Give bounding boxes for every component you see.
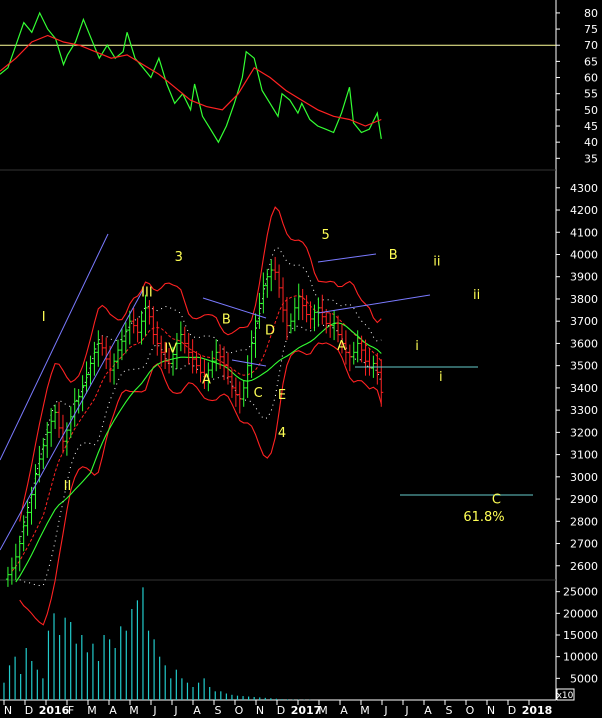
price-tick-label: 2800	[570, 515, 598, 528]
wave-label-16: i	[415, 339, 419, 354]
wave-label-7: C	[254, 386, 263, 401]
x-tick-label: F	[68, 704, 74, 717]
price-tick-label: 3000	[570, 471, 598, 484]
wave-label-13: B	[389, 248, 398, 263]
chart-root: 35 40 45 50 55 60 65 70 75 80 I II III IV 3 A B C D E 4 5 A Bii…	[0, 0, 602, 718]
trend-guide-lower	[0, 289, 144, 551]
osc-tick-label: 75	[584, 23, 598, 36]
wave-label-10: 4	[278, 426, 286, 441]
wave-label-5: A	[202, 372, 211, 387]
wave-label-1: II	[64, 479, 72, 494]
price-tick-label: 3600	[570, 337, 598, 350]
wave-label-11: 5	[322, 228, 330, 243]
wave-label-4: 3	[175, 250, 183, 265]
price-tick-label: 3100	[570, 449, 598, 462]
osc-tick-label: 65	[584, 55, 598, 68]
dotted-envelope-upper	[19, 247, 382, 543]
osc-tick-label: 50	[584, 104, 598, 117]
x-tick-label: 2018	[522, 704, 553, 717]
x-tick-label: S	[215, 704, 222, 717]
x-tick-label: 2017	[291, 704, 322, 717]
x-tick-label: A	[193, 704, 201, 717]
x-tick-label: O	[466, 704, 475, 717]
wave-label-3: IV	[164, 341, 177, 356]
wave-label-6: B	[222, 312, 231, 327]
x-tick-label: D	[25, 704, 33, 717]
price-tick-label: 4100	[570, 226, 598, 239]
x-tick-label: A	[109, 704, 117, 717]
osc-tick-label: 45	[584, 120, 598, 133]
wave-label-12: A	[337, 339, 346, 354]
x-tick-label: M	[318, 704, 328, 717]
osc-tick-label: 55	[584, 88, 598, 101]
wave-label-2: III	[141, 286, 153, 301]
osc-tick-label: 40	[584, 136, 598, 149]
lower-band	[19, 342, 382, 626]
price-tick-label: 3800	[570, 293, 598, 306]
wave-label-0: I	[42, 310, 46, 325]
x-tick-label: M	[360, 704, 370, 717]
x-tick-label: M	[87, 704, 97, 717]
price-tick-label: 3300	[570, 404, 598, 417]
x-tick-label: J	[404, 704, 408, 717]
wave-label-9: E	[278, 388, 286, 403]
oscillator-series-1	[0, 34, 382, 127]
x-tick-label: M	[129, 704, 139, 717]
price-tick-label: 3500	[570, 360, 598, 373]
wave-label-14: ii	[433, 255, 440, 270]
x-tick-label: A	[340, 704, 348, 717]
fib-ratio-label: 61.8%	[463, 510, 504, 525]
wave-label-15: ii	[473, 288, 480, 303]
chart-canvas: 35404550556065707580IIIIIIIV3ABCDE45AB ii…	[0, 0, 598, 717]
slow-moving-average	[15, 322, 382, 583]
wave-label-8: D	[265, 324, 275, 339]
x-tick-label: A	[424, 704, 432, 717]
osc-tick-label: 80	[584, 7, 598, 20]
osc-tick-label: 60	[584, 72, 598, 85]
volume-tick-label: 25000	[563, 586, 598, 599]
x-tick-label: O	[235, 704, 244, 717]
volume-tick-label: 20000	[563, 607, 598, 620]
price-tick-label: 3700	[570, 315, 598, 328]
price-tick-label: 2600	[570, 560, 598, 573]
price-tick-label: 3900	[570, 271, 598, 284]
x-tick-label: J	[383, 704, 387, 717]
price-tick-label: 4000	[570, 248, 598, 261]
price-tick-label: 3200	[570, 426, 598, 439]
volume-tick-label: 5000	[570, 672, 598, 685]
price-tick-label: 2900	[570, 493, 598, 506]
price-tick-label: 4300	[570, 182, 598, 195]
volume-tick-label: 10000	[563, 651, 598, 664]
volume-multiplier-label: x10	[557, 691, 574, 701]
wave-label-18: C	[492, 493, 501, 508]
price-tick-label: 2700	[570, 538, 598, 551]
trend-guide-upper	[0, 233, 109, 461]
osc-tick-label: 35	[584, 152, 598, 165]
volume-tick-label: 15000	[563, 629, 598, 642]
oscillator-series-0	[0, 11, 382, 144]
x-tick-label: J	[152, 704, 156, 717]
x-tick-label: N	[487, 704, 495, 717]
flat-guide-top	[317, 253, 377, 263]
osc-tick-label: 70	[584, 39, 598, 52]
x-tick-label: N	[256, 704, 264, 717]
x-tick-label: S	[446, 704, 453, 717]
x-tick-label: J	[173, 704, 177, 717]
x-tick-label: 2016	[39, 704, 70, 717]
wave-label-17: i	[439, 370, 443, 385]
flat-guide-bottom	[317, 294, 431, 314]
x-tick-label: D	[508, 704, 516, 717]
price-tick-label: 4200	[570, 204, 598, 217]
x-tick-label: N	[4, 704, 12, 717]
price-tick-label: 3400	[570, 382, 598, 395]
x-tick-label: D	[277, 704, 285, 717]
